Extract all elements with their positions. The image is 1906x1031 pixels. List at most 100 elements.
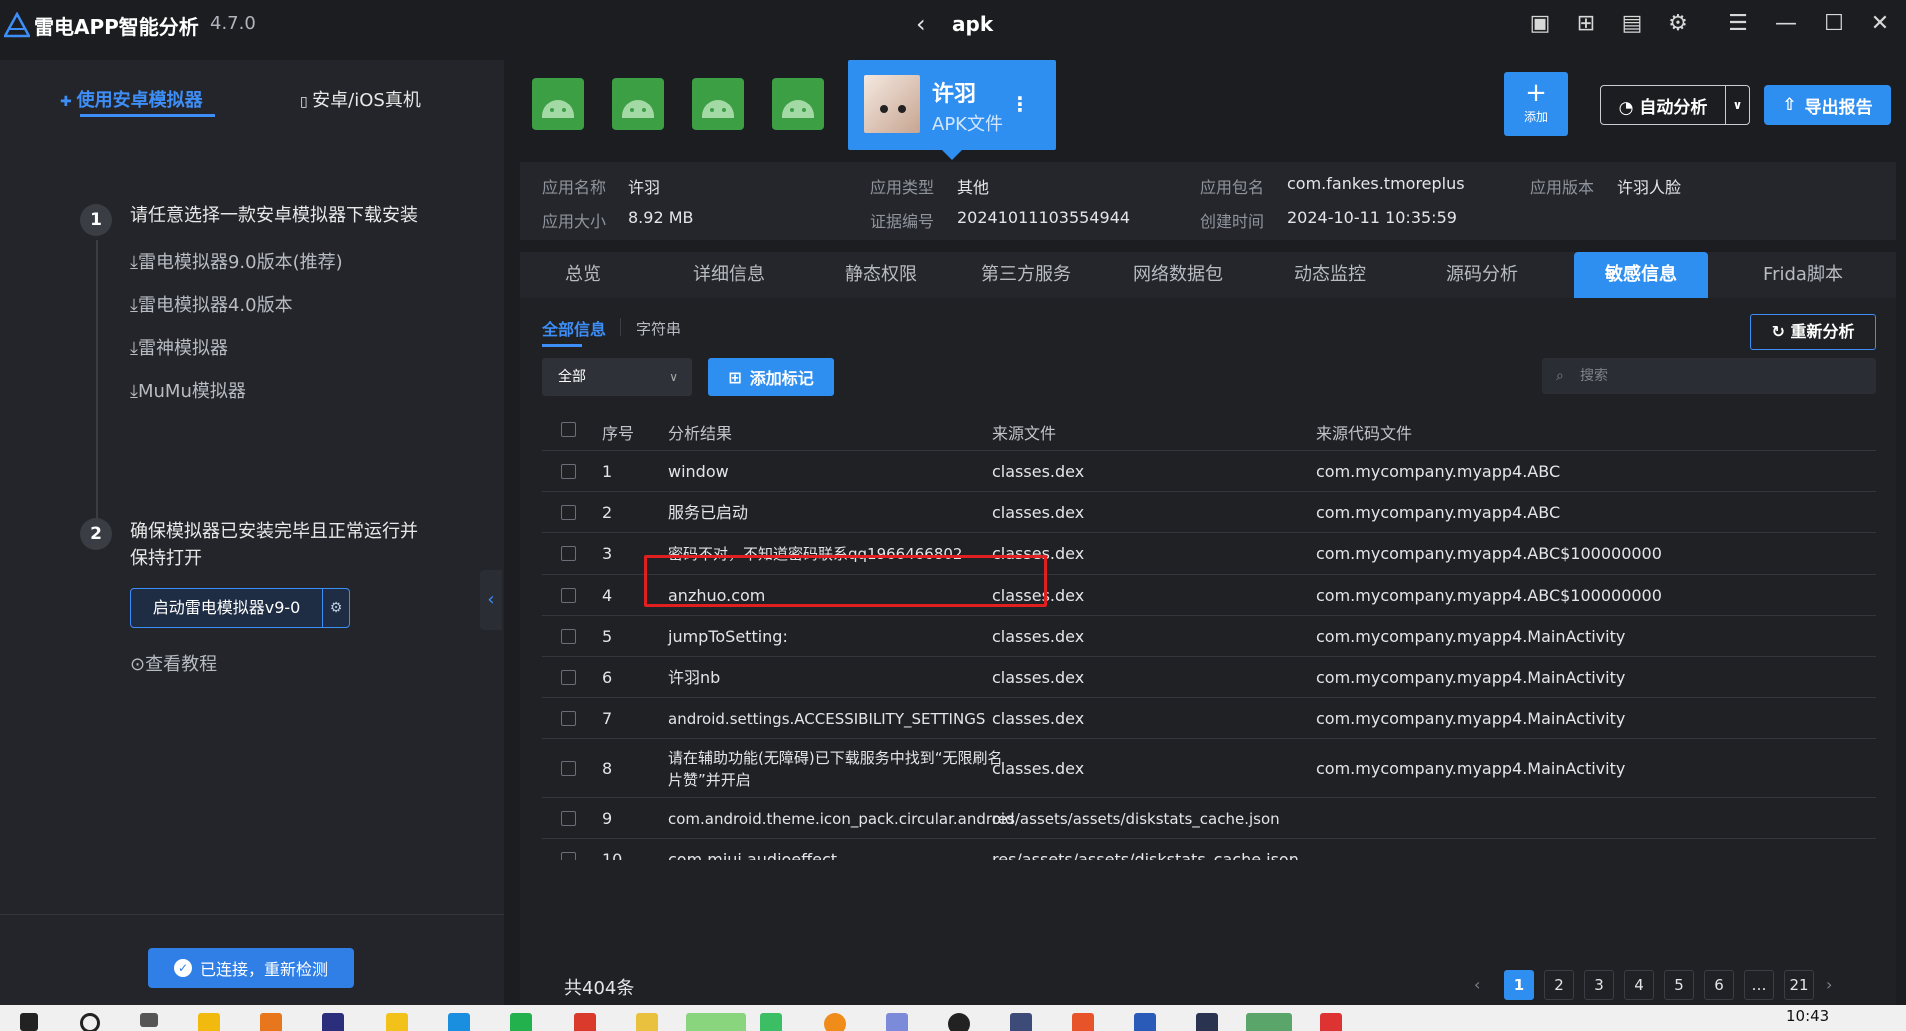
download-leidian-9[interactable]: ⤓雷电模拟器9.0版本(推荐) xyxy=(130,248,343,274)
table-row[interactable]: 7 android.settings.ACCESSIBILITY_SETTING… xyxy=(542,697,1876,738)
prev-page-icon[interactable]: ‹ xyxy=(1474,970,1480,1000)
download-mumu[interactable]: ⤓MuMu模拟器 xyxy=(130,377,246,403)
app-icon[interactable] xyxy=(510,1013,532,1031)
active-app-icon[interactable] xyxy=(1246,1013,1292,1031)
row-checkbox[interactable] xyxy=(561,670,576,685)
table-row[interactable]: 5 jumpToSetting: classes.dex com.mycompa… xyxy=(542,615,1876,656)
row-checkbox[interactable] xyxy=(561,711,576,726)
page-1[interactable]: 1 xyxy=(1504,970,1534,1000)
chevron-down-icon[interactable]: ∨ xyxy=(1725,86,1749,124)
subtab-all-info[interactable]: 全部信息 xyxy=(542,316,606,340)
task-view-icon[interactable] xyxy=(140,1013,158,1027)
leidian-app-icon[interactable] xyxy=(1196,1013,1218,1031)
row-checkbox[interactable] xyxy=(561,546,576,561)
app-icon[interactable] xyxy=(322,1013,344,1031)
next-page-icon[interactable]: › xyxy=(1826,970,1832,1000)
phone-icon: ▯ xyxy=(300,94,313,110)
table-row[interactable]: 10 com.miui.audioeffect res/assets/asset… xyxy=(542,838,1876,860)
download-leidian-4[interactable]: ⤓雷电模拟器4.0版本 xyxy=(130,291,293,317)
launch-emulator-button[interactable]: 启动雷电模拟器v9-0 ⚙ xyxy=(130,588,350,628)
table-row[interactable]: 8 请在辅助功能(无障碍)已下载服务中找到“无限刷名 片赞”并开启 classe… xyxy=(542,738,1876,797)
page-ellipsis[interactable]: … xyxy=(1744,970,1774,1000)
tab-third-party[interactable]: 第三方服务 xyxy=(950,252,1102,298)
app-icon[interactable] xyxy=(448,1013,470,1031)
maximize-icon[interactable]: ☐ xyxy=(1820,10,1848,38)
page-3[interactable]: 3 xyxy=(1584,970,1614,1000)
page-5[interactable]: 5 xyxy=(1664,970,1694,1000)
select-all-checkbox[interactable] xyxy=(561,422,576,437)
app-version: 4.7.0 xyxy=(210,13,256,34)
close-icon[interactable]: ✕ xyxy=(1866,10,1894,38)
android-app-thumb-2[interactable] xyxy=(612,78,664,130)
toolbox-icon[interactable]: ⊞ xyxy=(1572,10,1600,38)
explorer-icon[interactable] xyxy=(198,1013,220,1031)
app-icon[interactable] xyxy=(574,1013,596,1031)
auto-analyze-button[interactable]: ◔ 自动分析 ∨ xyxy=(1600,85,1750,125)
app-icon[interactable] xyxy=(824,1013,846,1031)
filter-select[interactable]: 全部 ∨ xyxy=(542,358,692,396)
firefox-icon[interactable] xyxy=(260,1013,282,1031)
page-2[interactable]: 2 xyxy=(1544,970,1574,1000)
tab-details[interactable]: 详细信息 xyxy=(646,252,812,298)
page-6[interactable]: 6 xyxy=(1704,970,1734,1000)
row-checkbox[interactable] xyxy=(561,629,576,644)
row-checkbox[interactable] xyxy=(561,811,576,826)
minimize-icon[interactable]: — xyxy=(1772,10,1800,38)
tab-static-permissions[interactable]: 静态权限 xyxy=(812,252,950,298)
table-row[interactable]: 6 许羽nb classes.dex com.mycompany.myapp4.… xyxy=(542,656,1876,697)
row-checkbox[interactable] xyxy=(561,464,576,479)
android-app-thumb-4[interactable] xyxy=(772,78,824,130)
export-report-button[interactable]: ⇧ 导出报告 xyxy=(1764,85,1891,125)
tab-frida-script[interactable]: Frida脚本 xyxy=(1710,252,1896,298)
app-icon[interactable] xyxy=(636,1013,658,1031)
table-row[interactable]: 9 com.android.theme.icon_pack.circular.a… xyxy=(542,797,1876,838)
app-icon[interactable] xyxy=(760,1013,782,1031)
app-icon[interactable] xyxy=(886,1013,908,1031)
settings-gear-icon[interactable]: ⚙ xyxy=(1664,10,1692,38)
tab-overview[interactable]: 总览 xyxy=(520,252,646,298)
android-app-thumb-3[interactable] xyxy=(692,78,744,130)
app-icon[interactable] xyxy=(1010,1013,1032,1031)
launch-settings-icon[interactable]: ⚙ xyxy=(323,600,349,616)
selected-app-card[interactable]: 许羽 APK文件 ⋮ xyxy=(848,60,1056,160)
app-info-panel: 应用名称 许羽 应用类型 其他 应用包名 com.fankes.tmoreplu… xyxy=(520,162,1896,240)
tab-network-packets[interactable]: 网络数据包 xyxy=(1102,252,1254,298)
view-tutorial-link[interactable]: ⊙查看教程 xyxy=(130,650,217,676)
add-button[interactable]: + 添加 xyxy=(1504,72,1568,136)
table-row[interactable]: 2 服务已启动 classes.dex com.mycompany.myapp4… xyxy=(542,491,1876,532)
row-checkbox[interactable] xyxy=(561,761,576,776)
tab-android-emulator[interactable]: ✚ 使用安卓模拟器 xyxy=(60,86,203,112)
row-checkbox[interactable] xyxy=(561,505,576,520)
table-row[interactable]: 1 window classes.dex com.mycompany.myapp… xyxy=(542,450,1876,491)
tab-dynamic-monitor[interactable]: 动态监控 xyxy=(1254,252,1406,298)
ai-icon[interactable]: ▣ xyxy=(1526,10,1554,38)
page-21[interactable]: 21 xyxy=(1784,970,1814,1000)
page-4[interactable]: 4 xyxy=(1624,970,1654,1000)
app-icon[interactable] xyxy=(948,1013,970,1031)
search-icon[interactable] xyxy=(80,1013,100,1031)
back-chevron-icon[interactable]: ‹ xyxy=(916,10,926,38)
tab-real-device[interactable]: ▯ 安卓/iOS真机 xyxy=(300,86,421,112)
row-checkbox[interactable] xyxy=(561,588,576,603)
tab-sensitive-info[interactable]: 敏感信息 xyxy=(1574,252,1708,298)
wechat-icon[interactable] xyxy=(686,1013,746,1031)
reanalyze-button[interactable]: ↻ 重新分析 xyxy=(1750,314,1876,350)
app-icon[interactable] xyxy=(386,1013,408,1031)
download-leishen[interactable]: ⤓雷神模拟器 xyxy=(130,334,228,360)
add-mark-button[interactable]: ⊞ 添加标记 xyxy=(708,358,834,396)
monitor-icon[interactable]: ▤ xyxy=(1618,10,1646,38)
row-checkbox[interactable] xyxy=(561,852,576,860)
menu-icon[interactable]: ☰ xyxy=(1724,10,1752,38)
start-icon[interactable] xyxy=(20,1013,38,1031)
total-count: 共404条 xyxy=(564,978,635,999)
collapse-panel-chevron-icon[interactable]: ‹ xyxy=(480,570,502,630)
app-icon[interactable] xyxy=(1072,1013,1094,1031)
subtab-strings[interactable]: 字符串 xyxy=(636,318,681,339)
android-app-thumb-1[interactable] xyxy=(532,78,584,130)
word-icon[interactable] xyxy=(1134,1013,1156,1031)
app-icon[interactable] xyxy=(1320,1013,1342,1031)
more-vertical-icon[interactable]: ⋮ xyxy=(1010,92,1030,116)
reconnect-button[interactable]: ✓ 已连接，重新检测 xyxy=(148,948,354,988)
tab-source-analysis[interactable]: 源码分析 xyxy=(1406,252,1558,298)
search-input[interactable]: ⌕ 搜索 xyxy=(1542,358,1876,394)
